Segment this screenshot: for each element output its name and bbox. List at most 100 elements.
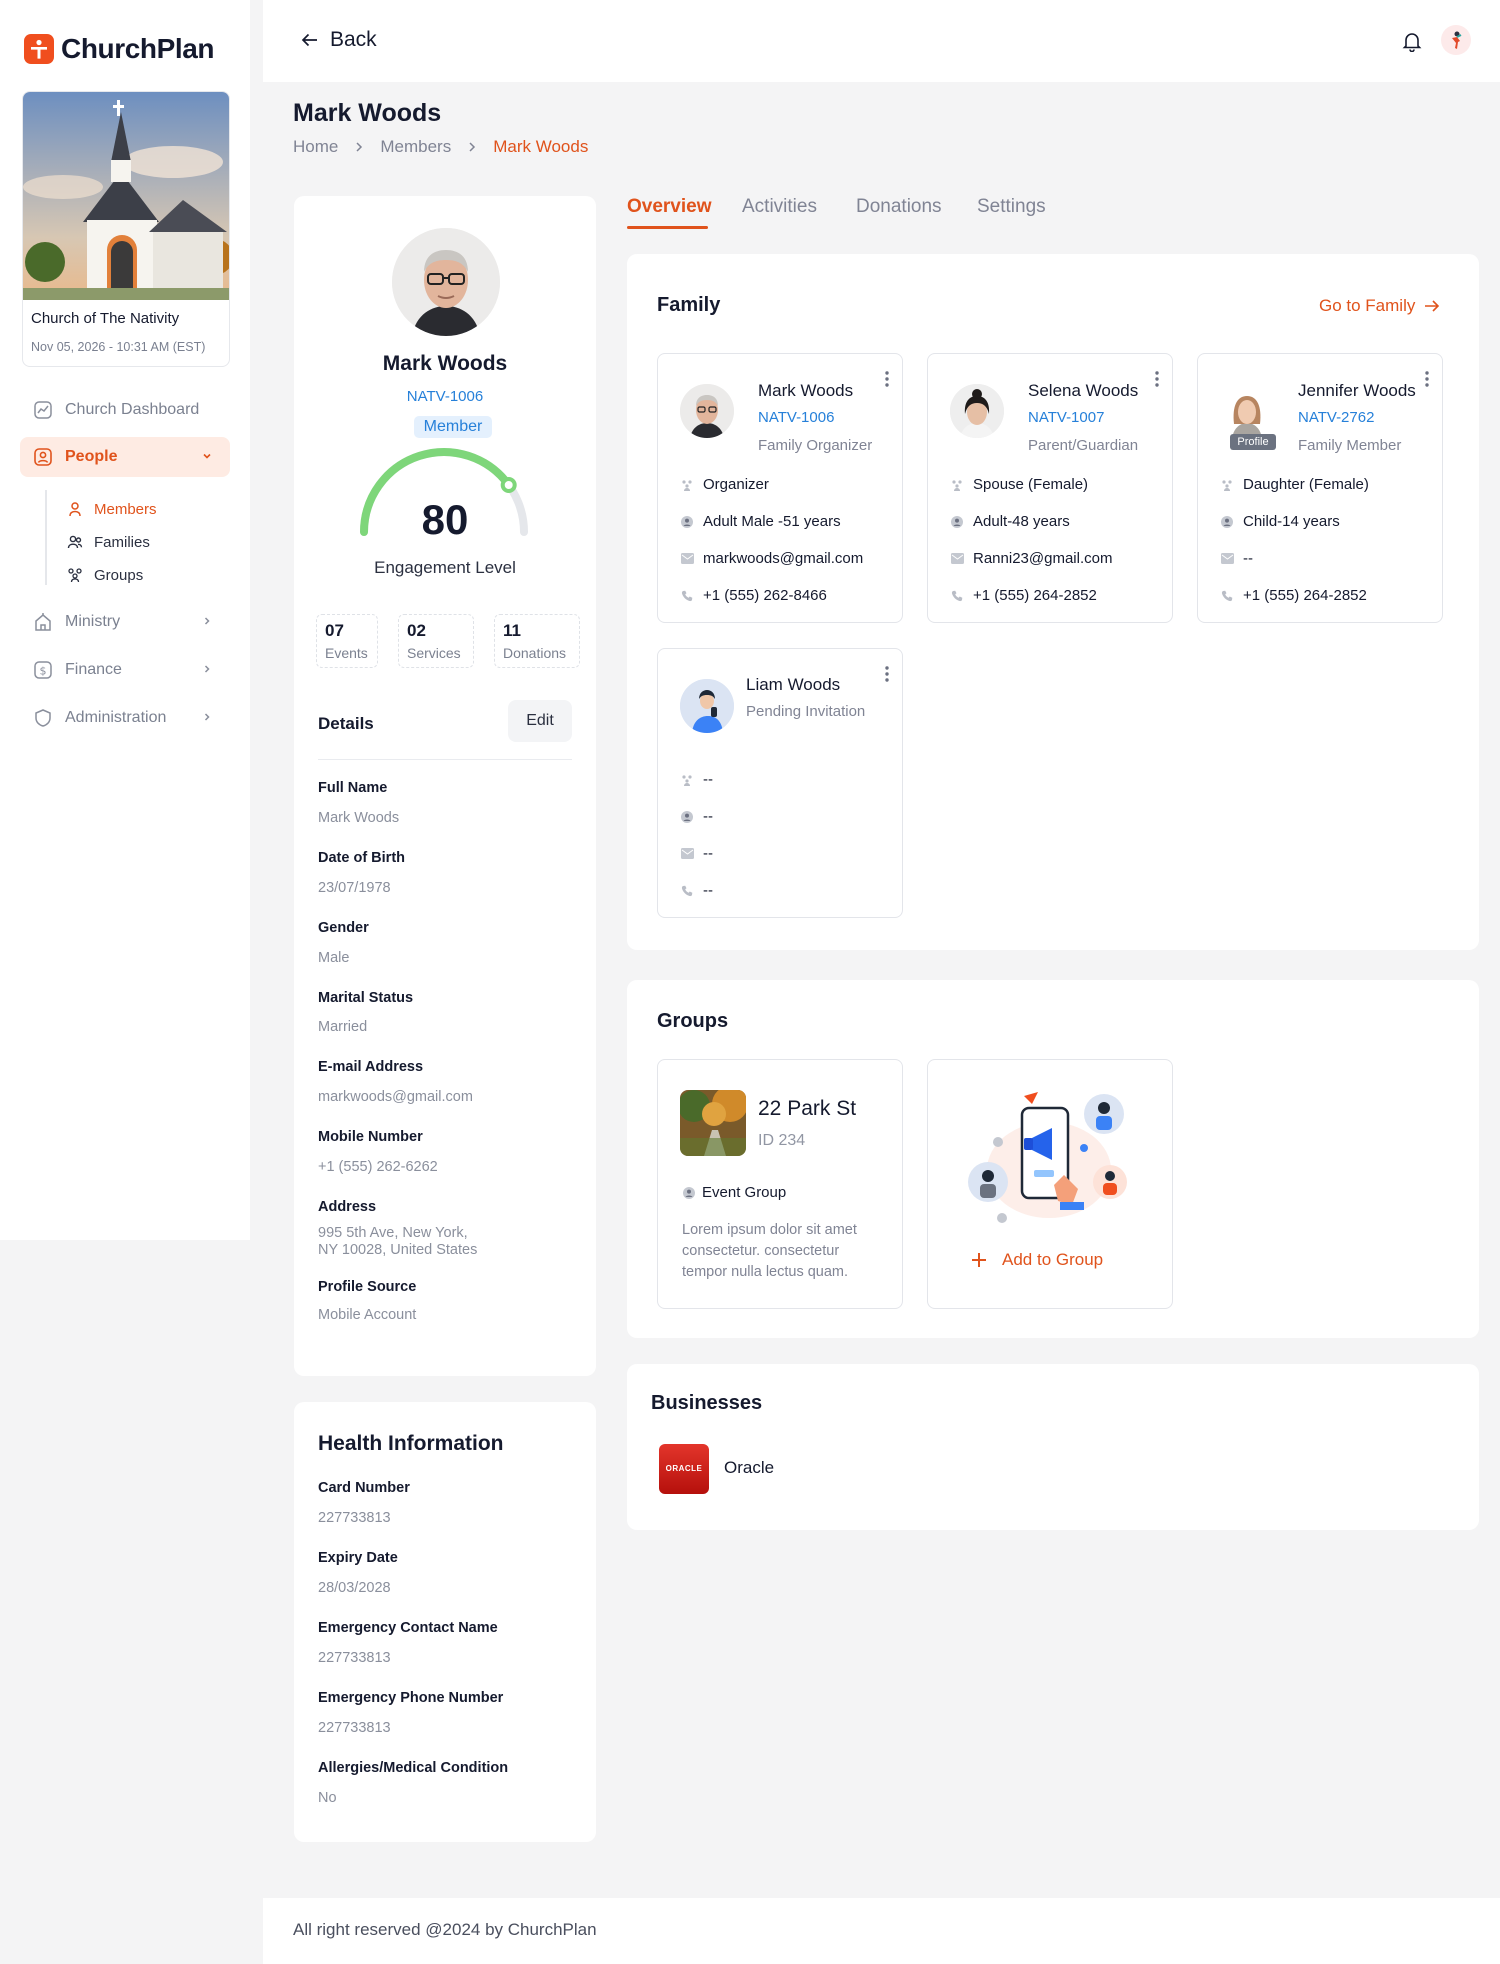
relation-icon [680,773,694,787]
shield-icon [32,707,54,729]
businesses-card: Businesses ORACLE Oracle [627,1364,1479,1530]
ministry-icon [32,611,54,633]
people-icon [32,446,54,468]
group-card[interactable]: 22 Park St ID 234 Event Group Lorem ipsu… [657,1059,903,1309]
group-name: 22 Park St [758,1097,857,1120]
age-row: Child-14 years [1220,513,1340,530]
svg-text:$: $ [40,665,47,678]
email-text: -- [703,845,713,862]
more-options-icon[interactable] [1154,370,1160,388]
field-label: Marital Status [318,990,414,1006]
family-member-card[interactable]: Selena Woods NATV-1007 Parent/Guardian S… [927,353,1173,623]
dashboard-icon [32,399,54,421]
email-row: -- [1220,550,1253,567]
field-label: Date of Birth [318,850,405,866]
email-row: -- [680,845,713,862]
stat-value: 11 [503,621,521,640]
bell-icon[interactable] [1400,29,1424,53]
nav-administration[interactable]: Administration [20,698,230,738]
member-name: Selena Woods [1028,381,1139,400]
field-value: Mark Woods [318,810,400,826]
groups-title: Groups [657,1010,729,1032]
stat-value: 07 [325,621,344,640]
add-to-group-button[interactable]: Add to Group [970,1250,1103,1270]
user-avatar[interactable] [1441,25,1471,55]
more-options-icon[interactable] [1424,370,1430,388]
field-label: Card Number [318,1480,410,1496]
phone-row: -- [680,882,713,899]
member-id[interactable]: NATV-1007 [1028,409,1104,426]
member-photo [680,679,734,733]
breadcrumb-home[interactable]: Home [293,137,338,157]
nav-finance[interactable]: $ Finance [20,650,230,690]
oracle-logo: ORACLE [659,1444,709,1494]
more-options-icon[interactable] [884,370,890,388]
member-name: Mark Woods [758,381,854,400]
finance-icon: $ [32,659,54,681]
tab-donations[interactable]: Donations [856,196,942,218]
phone-icon [680,589,694,603]
phone-icon [950,589,964,603]
business-name[interactable]: Oracle [724,1458,774,1478]
nav-ministry[interactable]: Ministry [20,602,230,642]
field-label: Gender [318,920,369,936]
tab-activities[interactable]: Activities [742,196,817,218]
phone-row: +1 (555) 264-2852 [950,587,1097,604]
age-row: Adult Male -51 years [680,513,841,530]
phone-text: -- [703,882,713,899]
go-to-family-link[interactable]: Go to Family [1319,296,1441,316]
relation-icon [950,478,964,492]
family-member-card[interactable]: Profile Jennifer Woods NATV-2762 Family … [1197,353,1443,623]
field-value: 227733813 [318,1720,391,1736]
field-value: Male [318,950,350,966]
person-icon [1220,515,1234,529]
sidebar-item-families[interactable]: Families [66,533,150,551]
email-text: markwoods@gmail.com [703,550,864,567]
nav-church-dashboard[interactable]: Church Dashboard [20,390,230,430]
family-member-card[interactable]: Mark Woods NATV-1006 Family Organizer Or… [657,353,903,623]
mail-icon [680,552,694,566]
family-title: Family [657,294,721,316]
tab-settings[interactable]: Settings [977,196,1046,218]
relation-icon [1220,478,1234,492]
field-value: markwoods@gmail.com [318,1089,473,1105]
age-text: Child-14 years [1243,513,1340,530]
submenu-line [45,490,47,585]
health-title: Health Information [318,1432,504,1455]
families-icon [66,533,84,551]
member-id[interactable]: NATV-2762 [1298,409,1374,426]
sidebar-item-groups[interactable]: Groups [66,566,143,584]
sub-label: Groups [94,566,144,584]
tab-overview[interactable]: Overview [627,196,712,218]
sidebar-item-members[interactable]: Members [66,500,157,518]
age-text: -- [703,808,713,825]
field-value: Mobile Account [318,1307,417,1323]
mail-icon [950,552,964,566]
relation-text: Organizer [703,476,769,493]
member-role: Parent/Guardian [1028,437,1139,454]
stat-donations: 11 Donations [494,614,580,668]
back-button[interactable]: Back [300,28,377,52]
phone-icon [680,884,694,898]
relation-text: -- [703,771,713,788]
add-to-group-card[interactable]: Add to Group [927,1059,1173,1309]
member-id[interactable]: NATV-1006 [758,409,834,426]
stat-label: Donations [503,645,567,661]
sidebar: ChurchPlan Church of The Nativity Nov 05… [0,0,250,1240]
relation-text: Daughter (Female) [1243,476,1369,493]
nav-people[interactable]: People [20,437,230,477]
edit-button[interactable]: Edit [508,700,572,742]
family-member-card[interactable]: Liam Woods Pending Invitation -- -- -- -… [657,648,903,918]
church-card[interactable]: Church of The Nativity Nov 05, 2026 - 10… [22,91,230,367]
breadcrumb-members[interactable]: Members [380,137,451,157]
phone-row: +1 (555) 264-2852 [1220,587,1367,604]
field-label: Allergies/Medical Condition [318,1760,509,1776]
field-value: 995 5th Ave, New York, [318,1225,468,1241]
engagement-value: 80 [421,496,469,543]
age-text: Adult-48 years [973,513,1070,530]
stat-events: 07 Events [316,614,378,668]
email-row: markwoods@gmail.com [680,550,863,567]
more-options-icon[interactable] [884,665,890,683]
relation-icon [680,478,694,492]
sub-label: Members [94,500,157,518]
